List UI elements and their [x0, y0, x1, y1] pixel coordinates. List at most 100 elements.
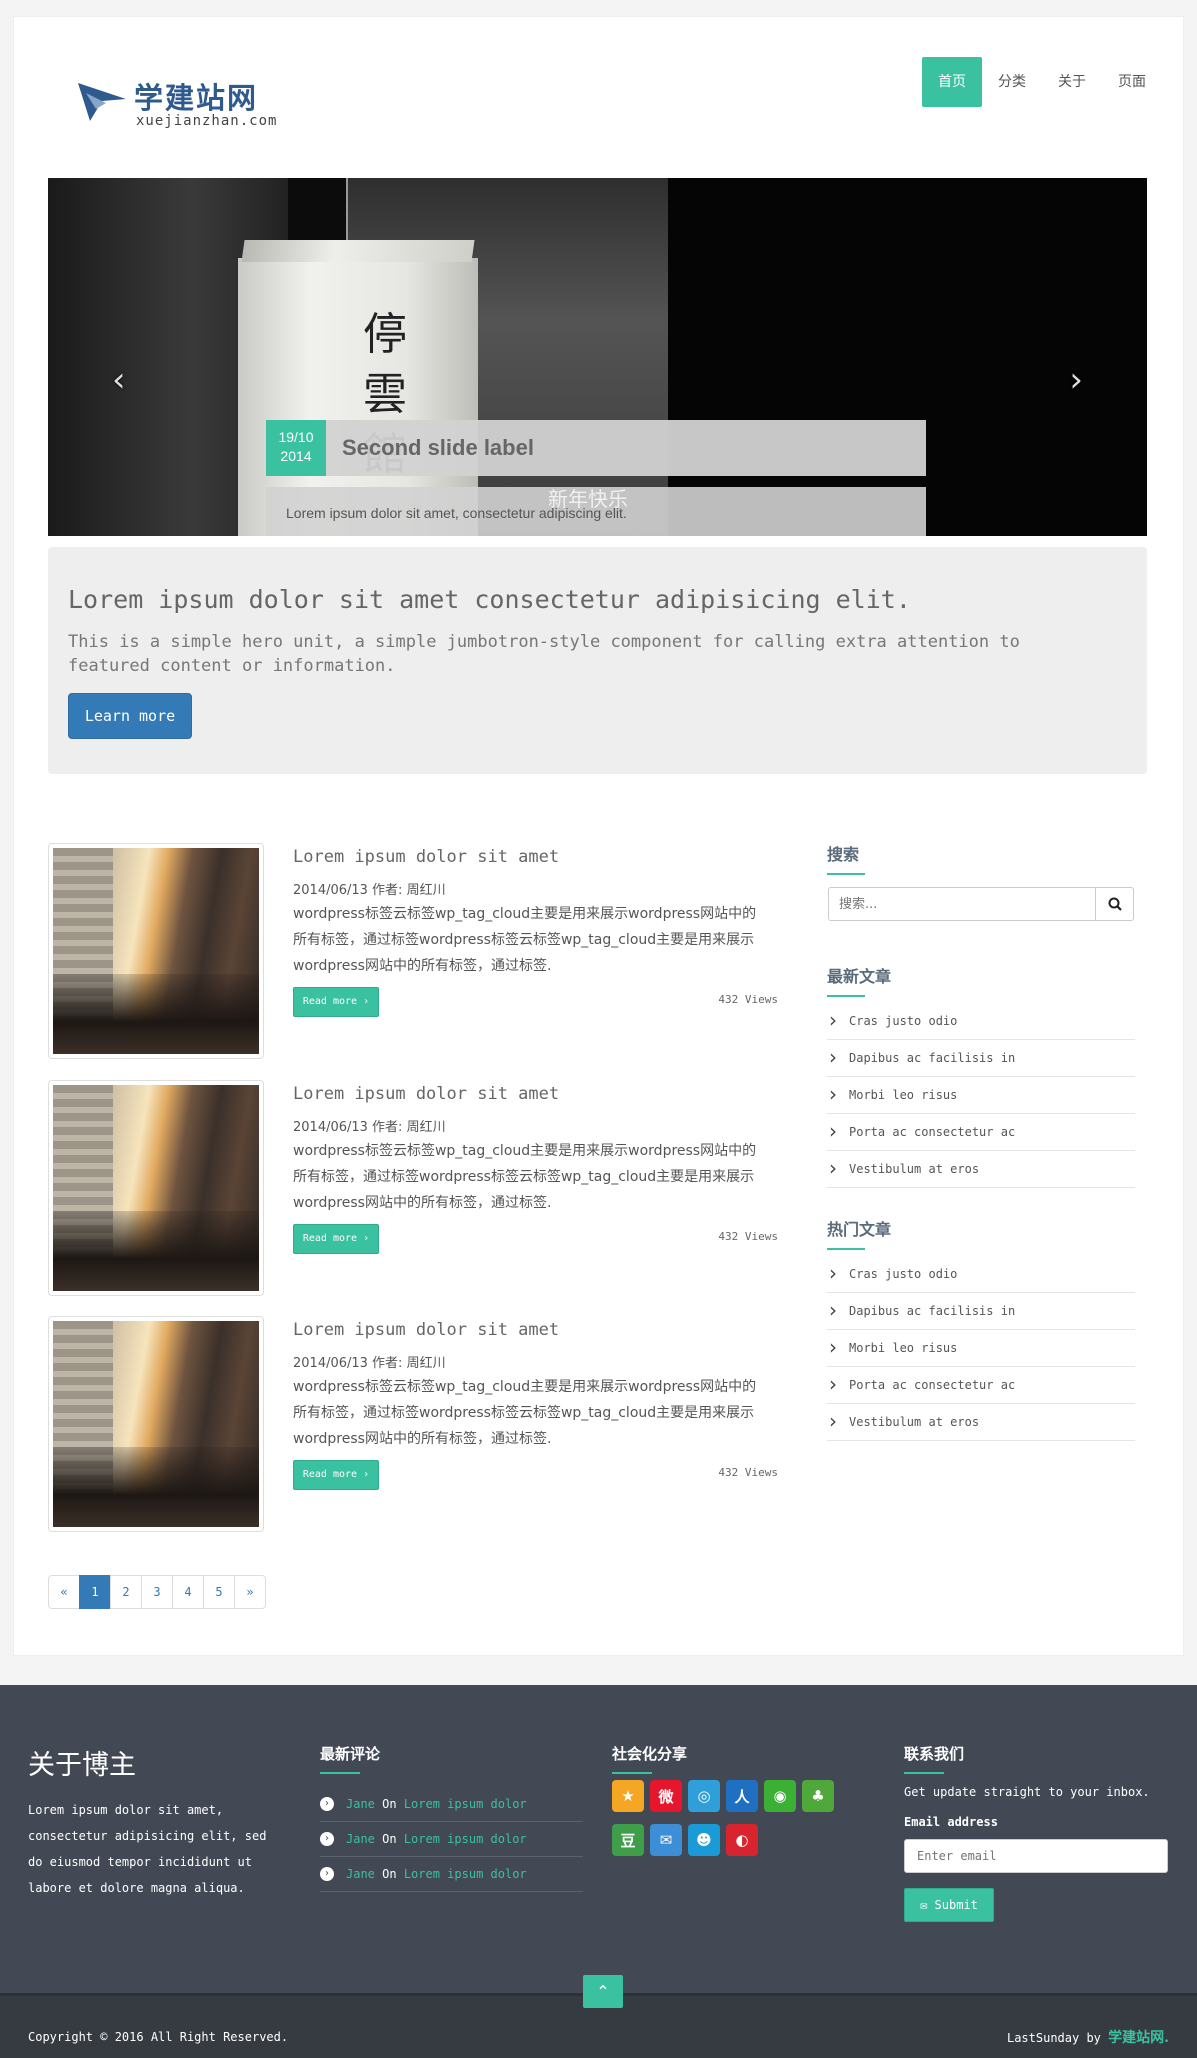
- submit-button[interactable]: ✉ Submit: [904, 1888, 994, 1922]
- comment-author[interactable]: Jane: [346, 1867, 375, 1881]
- post-card: Lorem ipsum dolor sit amet 2014/06/13 作者…: [48, 843, 778, 1061]
- latest-post-item[interactable]: Dapibus ac facilisis in: [827, 1039, 1135, 1077]
- nav-pages[interactable]: 页面: [1102, 57, 1162, 107]
- latest-post-item[interactable]: Vestibulum at eros: [827, 1150, 1135, 1188]
- page-5[interactable]: 5: [203, 1575, 235, 1609]
- lantern-top: [241, 240, 475, 262]
- popular-post-item[interactable]: Dapibus ac facilisis in: [827, 1292, 1135, 1330]
- netease-icon[interactable]: ◐: [726, 1824, 758, 1856]
- nav-about[interactable]: 关于: [1042, 57, 1102, 107]
- post-title[interactable]: Lorem ipsum dolor sit amet: [293, 847, 559, 867]
- page-prev[interactable]: «: [48, 1575, 80, 1609]
- post-title[interactable]: Lorem ipsum dolor sit amet: [293, 1320, 559, 1340]
- comment-post[interactable]: Lorem ipsum dolor: [404, 1797, 527, 1811]
- slide-overlay-text: 新年快乐: [548, 487, 628, 511]
- footer-share-title: 社会化分享: [612, 1743, 687, 1774]
- chevron-right-icon: ›: [320, 1832, 334, 1846]
- latest-post-item[interactable]: Cras justo odio: [827, 1002, 1135, 1040]
- read-more-button[interactable]: Read more ›: [293, 987, 379, 1017]
- wechat-icon[interactable]: ◉: [764, 1780, 796, 1812]
- sidebar-latest-title: 最新文章: [827, 963, 891, 997]
- learn-more-button[interactable]: Learn more: [68, 693, 192, 739]
- popular-post-item[interactable]: Morbi leo risus: [827, 1329, 1135, 1367]
- credit-brand[interactable]: 学建站网.: [1108, 2030, 1169, 2046]
- tencent-weibo-icon[interactable]: ◎: [688, 1780, 720, 1812]
- footer-about-text: Lorem ipsum dolor sit amet, consectetur …: [28, 1803, 267, 1895]
- page-1[interactable]: 1: [79, 1575, 111, 1609]
- copyright: Copyright © 2016 All Right Reserved.: [28, 2030, 289, 2044]
- carousel-image-right: [668, 178, 1147, 536]
- post-title[interactable]: Lorem ipsum dolor sit amet: [293, 1084, 559, 1104]
- read-more-button[interactable]: Read more ›: [293, 1460, 379, 1490]
- recent-comments-list: › Jane On Lorem ipsum dolor › Jane On Lore…: [320, 1787, 583, 1892]
- thumbnail-crowd: [53, 974, 259, 1054]
- comment-item: › Jane On Lorem ipsum dolor: [320, 1822, 583, 1857]
- carousel-prev-icon[interactable]: ‹: [112, 360, 126, 400]
- slide-date-day: 19/10: [278, 429, 314, 445]
- renren-icon[interactable]: 人: [726, 1780, 758, 1812]
- site-logo[interactable]: 学建站网 xuejianzhan.com: [76, 61, 296, 131]
- comment-on: On: [382, 1797, 397, 1811]
- post-excerpt: wordpress标签云标签wp_tag_cloud主要是用来展示wordpre…: [293, 1379, 757, 1447]
- comment-author[interactable]: Jane: [346, 1832, 375, 1846]
- post-meta: 2014/06/13 作者: 周红川: [293, 883, 446, 898]
- post-card: Lorem ipsum dolor sit amet 2014/06/13 作者…: [48, 1080, 778, 1298]
- lantern-character: 停: [363, 309, 407, 360]
- post-meta: 2014/06/13 作者: 周红川: [293, 1356, 446, 1371]
- page-2[interactable]: 2: [110, 1575, 142, 1609]
- search-icon: [1108, 897, 1122, 911]
- latest-post-item[interactable]: Morbi leo risus: [827, 1076, 1135, 1114]
- footer-contact-text: Get update straight to your inbox.: [904, 1785, 1150, 1799]
- email-field[interactable]: [904, 1839, 1168, 1873]
- page-next[interactable]: »: [234, 1575, 266, 1609]
- back-to-top-button[interactable]: ⌃: [583, 1975, 623, 2008]
- comment-post[interactable]: Lorem ipsum dolor: [404, 1832, 527, 1846]
- qq-icon[interactable]: ☻: [688, 1824, 720, 1856]
- page-4[interactable]: 4: [172, 1575, 204, 1609]
- popular-post-item[interactable]: Vestibulum at eros: [827, 1403, 1135, 1441]
- hero-carousel[interactable]: 停 雲 館 ‹ › 19/10 2014 Second slide label …: [48, 178, 1147, 536]
- slide-date-year: 2014: [280, 448, 312, 464]
- kaixin-icon[interactable]: ♣: [802, 1780, 834, 1812]
- popular-post-item[interactable]: Porta ac consectetur ac: [827, 1366, 1135, 1404]
- post-thumbnail-image: [53, 1321, 259, 1527]
- search-button[interactable]: [1095, 888, 1133, 920]
- jumbotron-text: This is a simple hero unit, a simple jum…: [68, 632, 1020, 676]
- carousel-next-icon[interactable]: ›: [1069, 360, 1083, 400]
- footer-comments-title: 最新评论: [320, 1743, 380, 1774]
- post-views: 432 Views: [718, 1230, 778, 1243]
- post-excerpt: wordpress标签云标签wp_tag_cloud主要是用来展示wordpre…: [293, 906, 757, 974]
- comment-on: On: [382, 1832, 397, 1846]
- post-meta: 2014/06/13 作者: 周红川: [293, 1120, 446, 1135]
- post-views: 432 Views: [718, 1466, 778, 1479]
- page-3[interactable]: 3: [141, 1575, 173, 1609]
- credit: LastSunday by 学建站网.: [1007, 2027, 1169, 2047]
- post-thumbnail[interactable]: [48, 843, 264, 1059]
- post-thumbnail[interactable]: [48, 1316, 264, 1532]
- qzone-icon[interactable]: ★: [612, 1780, 644, 1812]
- mail-icon[interactable]: ✉: [650, 1824, 682, 1856]
- search-input[interactable]: [829, 888, 1095, 920]
- nav-home[interactable]: 首页: [922, 57, 982, 107]
- main-nav: 首页 分类 关于 页面: [922, 57, 1162, 107]
- logo-subtitle: xuejianzhan.com: [136, 113, 278, 129]
- latest-post-item[interactable]: Porta ac consectetur ac: [827, 1113, 1135, 1151]
- post-thumbnail[interactable]: [48, 1080, 264, 1296]
- lantern-string: [346, 178, 348, 242]
- jumbotron-heading: Lorem ipsum dolor sit amet consectetur a…: [68, 585, 911, 614]
- post-card: Lorem ipsum dolor sit amet 2014/06/13 作者…: [48, 1316, 778, 1534]
- comment-item: › Jane On Lorem ipsum dolor: [320, 1787, 583, 1822]
- douban-icon[interactable]: 豆: [612, 1824, 644, 1856]
- chevron-right-icon: ›: [320, 1867, 334, 1881]
- read-more-button[interactable]: Read more ›: [293, 1224, 379, 1254]
- weibo-icon[interactable]: 微: [650, 1780, 682, 1812]
- slide-caption-title: Second slide label: [326, 420, 926, 476]
- comment-author[interactable]: Jane: [346, 1797, 375, 1811]
- comment-post[interactable]: Lorem ipsum dolor: [404, 1867, 527, 1881]
- latest-posts-list: Cras justo odio Dapibus ac facilisis in …: [827, 1002, 1135, 1188]
- popular-post-item[interactable]: Cras justo odio: [827, 1255, 1135, 1293]
- sidebar-search: [828, 887, 1134, 921]
- lantern-character: 雲: [363, 369, 407, 420]
- post-thumbnail-image: [53, 1085, 259, 1291]
- nav-category[interactable]: 分类: [982, 57, 1042, 107]
